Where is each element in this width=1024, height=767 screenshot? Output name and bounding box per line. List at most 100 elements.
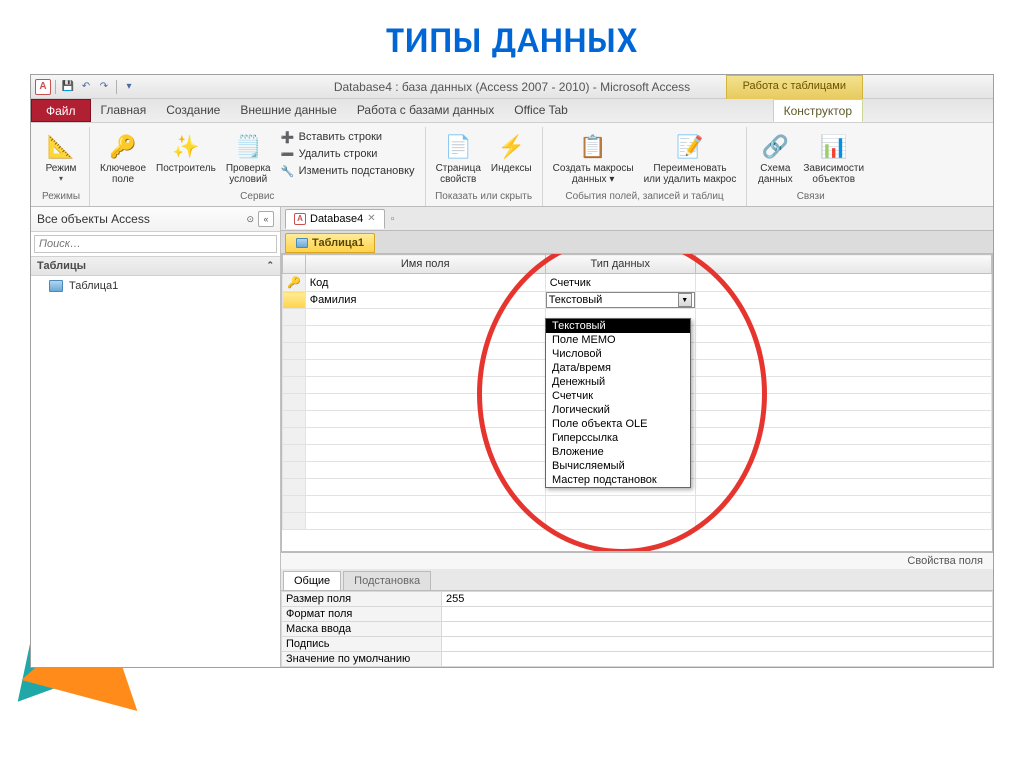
field-desc-cell[interactable] [695,479,991,496]
field-name-cell[interactable] [305,360,545,377]
modify-lookup-button[interactable]: 🔧Изменить подстановку [277,163,419,179]
nav-collapse-button[interactable]: « [258,211,274,227]
view-button[interactable]: 📐 Режим ▾ [39,129,83,185]
validation-button[interactable]: 🗒️ Проверка условий [222,129,275,187]
field-desc-cell[interactable] [695,428,991,445]
field-desc-cell[interactable] [695,462,991,479]
row-selector[interactable] [283,445,306,462]
new-tab-button[interactable]: ▫ [387,211,399,227]
field-desc-cell[interactable] [695,274,991,292]
object-tab-table1[interactable]: Таблица1 [285,233,375,253]
row-selector[interactable] [283,428,306,445]
tab-create[interactable]: Создание [156,99,230,122]
field-desc-cell[interactable] [695,411,991,428]
nav-item-table1[interactable]: Таблица1 [31,276,280,296]
field-name-cell[interactable] [305,428,545,445]
field-name-cell[interactable] [305,513,545,530]
property-value-cell[interactable]: 255 [442,592,993,607]
dropdown-option[interactable]: Поле объекта OLE [546,417,690,431]
row-selector[interactable] [283,343,306,360]
nav-header[interactable]: Все объекты Access ⊙ « [31,207,280,232]
dropdown-option[interactable]: Денежный [546,375,690,389]
row-selector[interactable] [283,377,306,394]
field-desc-cell[interactable] [695,343,991,360]
tab-external[interactable]: Внешние данные [230,99,347,122]
tab-officetab[interactable]: Office Tab [504,99,578,122]
primary-key-button[interactable]: 🔑 Ключевое поле [96,129,150,187]
dropdown-option[interactable]: Поле МЕМО [546,333,690,347]
field-desc-cell[interactable] [695,309,991,326]
field-name-cell[interactable] [305,394,545,411]
dependencies-button[interactable]: 📊 Зависимости объектов [799,129,868,187]
col-field-name[interactable]: Имя поля [305,255,545,274]
row-selector[interactable] [283,479,306,496]
field-name-cell[interactable] [305,326,545,343]
dropdown-option[interactable]: Счетчик [546,389,690,403]
field-desc-cell[interactable] [695,513,991,530]
col-data-type[interactable]: Тип данных [545,255,695,274]
doc-tab-database4[interactable]: A Database4 ✕ [285,209,385,229]
dropdown-option[interactable]: Дата/время [546,361,690,375]
property-sheet-button[interactable]: 📄 Страница свойств [432,129,485,187]
dropdown-option[interactable]: Текстовый [546,319,690,333]
schema-button[interactable]: 🔗 Схема данных [753,129,797,187]
rename-delete-macro-button[interactable]: 📝 Переименовать или удалить макрос [640,129,741,187]
field-name-cell[interactable] [305,496,545,513]
tab-home[interactable]: Главная [91,99,157,122]
field-name-cell[interactable] [305,377,545,394]
field-type-cell-active[interactable]: Текстовый ▼ [545,292,695,309]
combo-dropdown-icon[interactable]: ▼ [678,293,692,307]
tab-designer[interactable]: Конструктор [773,99,863,122]
prop-tab-lookup[interactable]: Подстановка [343,571,431,590]
field-desc-cell[interactable] [695,360,991,377]
field-name-cell[interactable] [305,462,545,479]
row-selector[interactable] [283,360,306,377]
dropdown-option[interactable]: Логический [546,403,690,417]
dropdown-option[interactable]: Вычисляемый [546,459,690,473]
create-macros-button[interactable]: 📋 Создать макросы данных ▾ [549,129,638,187]
field-desc-cell[interactable] [695,292,991,309]
prop-tab-general[interactable]: Общие [283,571,341,590]
qat-dropdown-icon[interactable]: ▾ [121,79,137,95]
field-desc-cell[interactable] [695,394,991,411]
tab-file[interactable]: Файл [31,99,91,122]
field-name-cell[interactable] [305,445,545,462]
row-selector[interactable] [283,394,306,411]
row-selector[interactable] [283,411,306,428]
col-description[interactable] [695,255,991,274]
search-input[interactable] [34,235,277,253]
row-selector-active[interactable] [283,292,306,309]
nav-group-tables[interactable]: Таблицы ⌃ [31,256,280,276]
builder-button[interactable]: ✨ Построитель [152,129,220,176]
row-selector[interactable] [283,462,306,479]
dropdown-option[interactable]: Числовой [546,347,690,361]
row-selector[interactable] [283,326,306,343]
row-selector[interactable]: 🔑 [283,274,306,292]
field-name-cell[interactable] [305,309,545,326]
field-name-cell[interactable] [305,479,545,496]
dropdown-option[interactable]: Гиперссылка [546,431,690,445]
field-name-cell[interactable] [305,411,545,428]
save-icon[interactable]: 💾 [60,79,76,95]
delete-rows-button[interactable]: ➖Удалить строки [277,146,419,162]
row-selector[interactable] [283,496,306,513]
property-value-cell[interactable] [442,652,993,667]
nav-dropdown-icon[interactable]: ⊙ [246,214,254,225]
row-selector[interactable] [283,309,306,326]
field-desc-cell[interactable] [695,377,991,394]
field-type-cell[interactable] [545,496,695,513]
dropdown-option[interactable]: Мастер подстановок [546,473,690,487]
insert-rows-button[interactable]: ➕Вставить строки [277,129,419,145]
undo-icon[interactable]: ↶ [78,79,94,95]
field-name-cell[interactable] [305,343,545,360]
field-desc-cell[interactable] [695,326,991,343]
field-type-cell[interactable]: Счетчик [545,274,695,292]
property-value-cell[interactable] [442,622,993,637]
field-type-cell[interactable] [545,513,695,530]
close-tab-icon[interactable]: ✕ [367,213,375,224]
row-selector[interactable] [283,513,306,530]
property-value-cell[interactable] [442,637,993,652]
field-desc-cell[interactable] [695,496,991,513]
field-name-cell[interactable]: Фамилия [305,292,545,309]
tab-dbtools[interactable]: Работа с базами данных [347,99,504,122]
